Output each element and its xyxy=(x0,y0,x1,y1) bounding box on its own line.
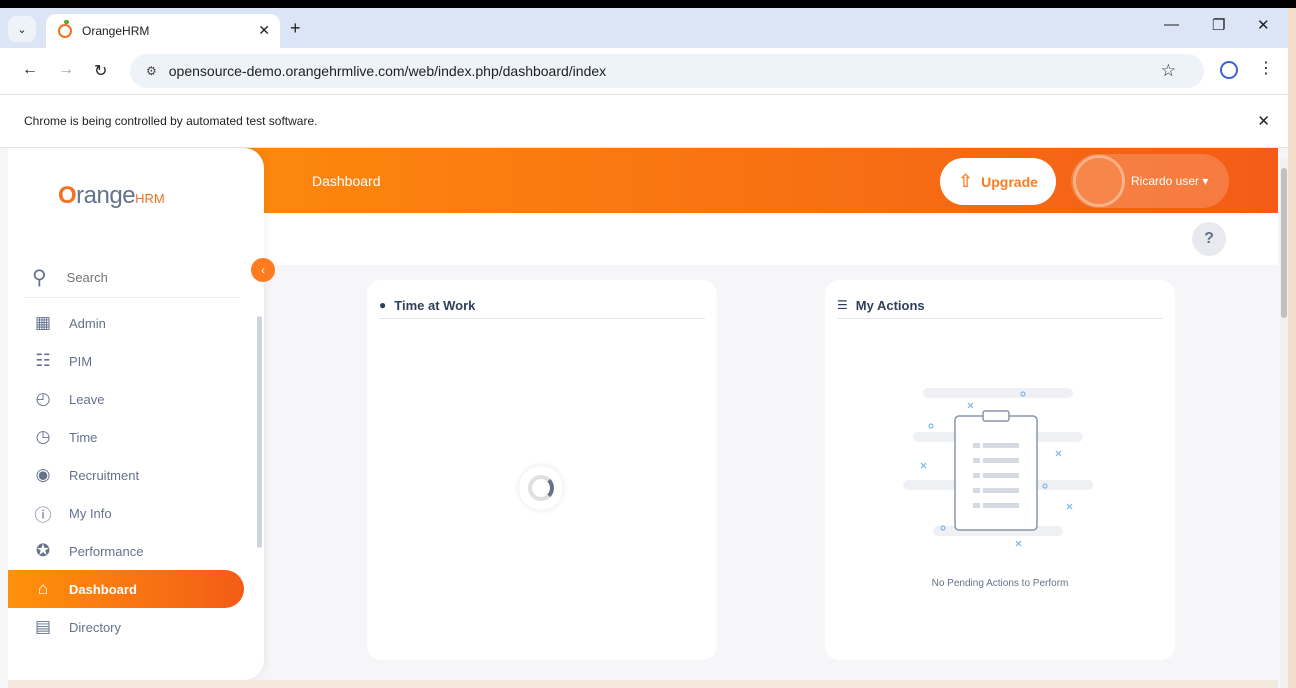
directory-icon: ▤ xyxy=(34,617,52,636)
sidebar-item-label: Recruitment xyxy=(69,467,140,483)
reload-button[interactable]: ↻ xyxy=(94,61,107,81)
sub-header: ? xyxy=(264,213,1278,265)
orangehrm-logo: OrangeHRM xyxy=(58,182,165,209)
back-button[interactable]: ← xyxy=(22,61,38,79)
empty-state-message: No Pending Actions to Perform xyxy=(931,578,1069,589)
tab-close-icon[interactable]: ✕ xyxy=(258,22,270,39)
browser-tab[interactable]: OrangeHRM ✕ xyxy=(46,14,280,48)
bookmark-star-icon[interactable]: ☆ xyxy=(1161,61,1176,81)
avatar xyxy=(1073,155,1125,207)
page-title: Dashboard xyxy=(312,173,381,189)
tab-list-button[interactable]: ⌄ xyxy=(8,16,36,42)
performance-icon: ✪ xyxy=(35,541,51,560)
my-info-icon: ⓘ xyxy=(34,505,52,525)
sidebar-item-directory[interactable]: ▤ Directory xyxy=(8,608,248,646)
window-edge xyxy=(1288,8,1296,688)
upgrade-button[interactable]: ⇧ Upgrade xyxy=(940,158,1056,205)
my-actions-widget: ☰ My Actions No Pending Actions to Perfo… xyxy=(825,280,1175,660)
automation-infobar: Chrome is being controlled by automated … xyxy=(0,95,1288,148)
search-input[interactable] xyxy=(66,270,207,285)
help-button[interactable]: ? xyxy=(1192,222,1226,256)
sidebar-item-label: My Info xyxy=(69,505,112,521)
tab-strip: ⌄ OrangeHRM ✕ + — ❐ ✕ xyxy=(0,8,1288,48)
sidebar-item-my-info[interactable]: ⓘ My Info xyxy=(8,494,248,532)
list-icon: ☰ xyxy=(837,298,848,312)
site-info-icon[interactable]: ⚙ xyxy=(146,64,157,78)
orangehrm-app: Dashboard ⇧ Upgrade Ricardo user ▾ ? ● T… xyxy=(8,148,1278,688)
collapse-sidebar-button[interactable]: ‹ xyxy=(251,258,275,282)
minimize-button[interactable]: — xyxy=(1164,16,1179,33)
address-bar[interactable]: ⚙ opensource-demo.orangehrmlive.com/web/… xyxy=(130,54,1204,88)
scrollbar-thumb[interactable] xyxy=(1281,168,1287,318)
page-scrollbar[interactable] xyxy=(1280,158,1288,688)
time-at-work-widget: ● Time at Work xyxy=(367,280,717,660)
widget-title: Time at Work xyxy=(394,297,476,313)
sidebar-scrollbar[interactable] xyxy=(257,316,262,548)
sidebar-item-dashboard[interactable]: ⌂ Dashboard xyxy=(8,570,244,608)
infobar-close-icon[interactable]: ✕ xyxy=(1257,112,1270,130)
sidebar-item-admin[interactable]: ▦ Admin xyxy=(8,304,248,342)
new-tab-button[interactable]: + xyxy=(290,18,301,39)
sidebar-item-label: Time xyxy=(69,429,98,445)
sidebar-search: ⚲ xyxy=(24,258,240,298)
widget-title: My Actions xyxy=(855,297,925,313)
url-text: opensource-demo.orangehrmlive.com/web/in… xyxy=(168,63,607,79)
bottom-widget-edge xyxy=(8,680,1278,688)
widget-header: ☰ My Actions xyxy=(837,292,1163,319)
clipboard-illustration-icon xyxy=(903,388,1093,547)
sidebar-item-label: Directory xyxy=(69,619,122,635)
loading-spinner xyxy=(519,466,563,510)
close-window-button[interactable]: ✕ xyxy=(1257,16,1270,34)
tab-title: OrangeHRM xyxy=(82,24,150,38)
browser-toolbar: ← → ↻ ⚙ opensource-demo.orangehrmlive.co… xyxy=(0,48,1288,95)
upgrade-arrow-icon: ⇧ xyxy=(958,171,974,191)
sidebar-item-performance[interactable]: ✪ Performance xyxy=(8,532,248,570)
sidebar-item-time[interactable]: ◷ Time xyxy=(8,418,248,456)
pim-icon: ☷ xyxy=(35,351,51,370)
profile-icon[interactable] xyxy=(1220,61,1238,79)
browser-menu-icon[interactable]: ⋮ xyxy=(1258,58,1274,78)
home-icon: ⌂ xyxy=(37,579,49,598)
sidebar-item-label: Performance xyxy=(69,543,144,559)
widget-header: ● Time at Work xyxy=(379,292,705,319)
browser-window: ⌄ OrangeHRM ✕ + — ❐ ✕ ← → ↻ ⚙ opensource… xyxy=(0,8,1296,688)
sidebar-item-leave[interactable]: ◴ Leave xyxy=(8,380,248,418)
sidebar-item-label: PIM xyxy=(69,353,93,369)
search-icon: ⚲ xyxy=(32,267,47,289)
user-name: Ricardo user ▾ xyxy=(1131,174,1209,188)
orangehrm-favicon xyxy=(58,20,72,38)
restore-button[interactable]: ❐ xyxy=(1212,16,1225,34)
upgrade-label: Upgrade xyxy=(981,173,1038,190)
sidebar-item-recruitment[interactable]: ◉ Recruitment xyxy=(8,456,248,494)
clock-icon: ● xyxy=(379,298,387,312)
main-menu: ▦ Admin ☷ PIM ◴ Leave ◷ Time ◉ Recruitment ⓘ M… xyxy=(8,304,248,646)
sidebar-item-pim[interactable]: ☷ PIM xyxy=(8,342,248,380)
leave-icon: ◴ xyxy=(35,389,51,408)
infobar-message: Chrome is being controlled by automated … xyxy=(24,114,318,128)
sidebar-item-label: Leave xyxy=(69,391,105,407)
forward-button[interactable]: → xyxy=(58,61,74,79)
sidebar-item-label: Admin xyxy=(69,315,106,331)
admin-icon: ▦ xyxy=(34,313,52,332)
sidebar: OrangeHRM ⚲ ▦ Admin ☷ PIM ◴ Leave ◷ Time ◉ Re… xyxy=(8,148,264,680)
time-icon: ◷ xyxy=(35,427,51,446)
recruitment-icon: ◉ xyxy=(35,465,51,484)
user-dropdown[interactable]: Ricardo user ▾ xyxy=(1071,154,1229,208)
sidebar-item-label: Dashboard xyxy=(69,581,137,597)
